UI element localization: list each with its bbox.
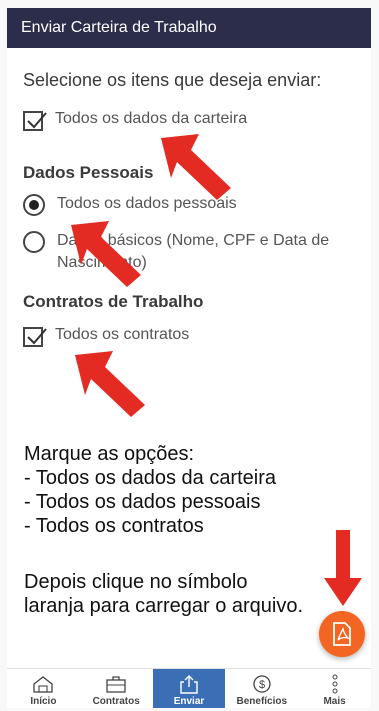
note-line-3: - Todos os dados pessoais (24, 491, 261, 513)
nav-label-beneficios: Benefícios (236, 696, 288, 707)
share-icon (180, 675, 198, 694)
dollar-icon: $ (253, 675, 271, 693)
annotation-arrow-down-icon (324, 530, 362, 606)
annotation-arrow-icon (71, 221, 141, 287)
nav-label-inicio: Início (30, 696, 57, 707)
instruction-note: Marque as opções: - Todos os dados da ca… (24, 442, 276, 538)
pdf-upload-button[interactable] (319, 611, 365, 657)
home-icon (33, 676, 54, 693)
section-title-personal: Dados Pessoais (23, 163, 154, 182)
checkbox-contracts-all[interactable] (23, 327, 47, 347)
nav-item-contratos[interactable]: Contratos (80, 669, 153, 708)
nav-item-mais[interactable]: Mais (298, 669, 371, 708)
bottom-nav: Início Contratos Enviar $ Benefícios Mai… (7, 668, 371, 708)
note-line-5: Depois clique no símbolo (24, 571, 248, 593)
svg-text:$: $ (259, 679, 265, 691)
checkbox-all-wallet[interactable] (23, 111, 47, 131)
instruction-text: Selecione os itens que deseja enviar: (23, 70, 322, 90)
radio-personal-basic[interactable] (23, 231, 45, 253)
nav-label-enviar: Enviar (173, 696, 205, 707)
nav-item-enviar[interactable]: Enviar (152, 669, 226, 708)
note-line-1: Marque as opções: (24, 443, 195, 465)
nav-label-mais: Mais (323, 696, 346, 707)
pdf-icon (333, 622, 351, 646)
note-line-2: - Todos os dados da carteira (24, 467, 277, 489)
note-line-4: - Todos os contratos (24, 515, 204, 537)
check-icon (27, 112, 47, 129)
instruction-note-2: Depois clique no símbolo laranja para ca… (24, 570, 303, 618)
nav-label-contratos: Contratos (92, 696, 140, 707)
page-header: Enviar Carteira de Trabalho (7, 8, 371, 48)
radio-personal-all[interactable] (23, 194, 45, 216)
app-frame: Enviar Carteira de Trabalho Selecione os… (7, 8, 371, 708)
nav-item-inicio[interactable]: Início (7, 669, 80, 708)
more-icon (332, 674, 338, 694)
annotation-arrow-icon (161, 134, 231, 200)
page-title: Enviar Carteira de Trabalho (21, 19, 217, 36)
section-title-contracts: Contratos de Trabalho (23, 292, 204, 311)
nav-item-beneficios[interactable]: $ Benefícios (225, 669, 298, 708)
briefcase-icon (106, 676, 126, 693)
note-line-6: laranja para carregar o arquivo. (24, 595, 304, 617)
check-icon (27, 328, 47, 345)
annotation-arrow-icon (75, 351, 145, 417)
